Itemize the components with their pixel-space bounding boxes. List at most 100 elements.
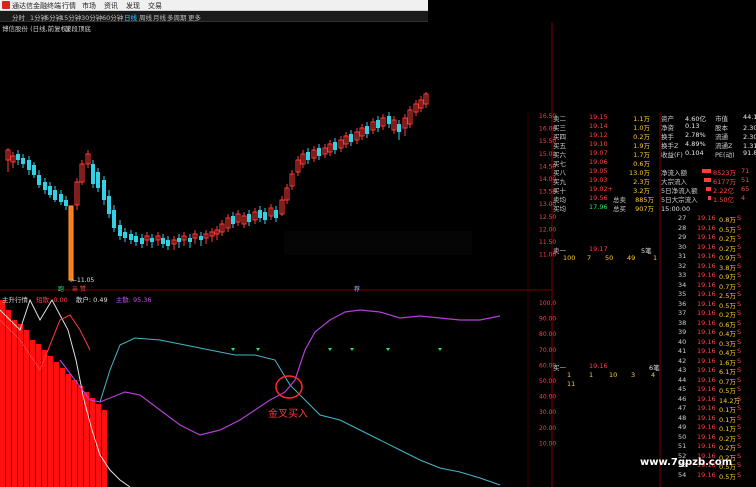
tick-price: 19.16: [697, 223, 716, 232]
flow-key: 5日大宗流入: [661, 196, 698, 204]
order-price: 19.02+: [589, 185, 614, 193]
candle-body: [43, 182, 47, 190]
candle-body: [27, 160, 31, 170]
order-book-row: 买四 19.12 0.2万: [553, 131, 658, 141]
order-price: 19.12: [589, 131, 608, 139]
stat-row: 换手Z4.89%流通Z1.31亿: [661, 140, 756, 150]
order-book-row: 买八 19.05 13.0万: [553, 167, 658, 177]
tick-volume: 0.5万: [719, 472, 736, 481]
tick-header-time: 15:00:00: [661, 205, 691, 213]
stat-value: 0.104: [685, 149, 704, 157]
price-tick-label: 12.50: [539, 214, 556, 221]
queue-item: 1: [567, 371, 572, 379]
flow-row: 5日净流入额 2.22亿 65: [661, 185, 756, 195]
sell1-queue: 卖一 19.17 5笔 100 7 50 49 1: [553, 245, 658, 263]
tick-time: 34: [678, 280, 687, 289]
tick-time: 37: [678, 309, 687, 317]
tick-time: 51: [678, 442, 687, 450]
tick-side: S: [737, 347, 742, 355]
tick-side: S: [737, 375, 742, 384]
flow-bar: [706, 187, 711, 191]
tick-volume: 0.2万: [719, 444, 736, 452]
candle-body: [53, 190, 57, 200]
tick-time: 33: [678, 271, 687, 279]
tick-time: 36: [678, 299, 687, 308]
tick-volume: 0.1万: [719, 425, 736, 433]
flow-bar: [707, 196, 711, 200]
tick-row: 27 19.16 0.8万 S: [661, 214, 756, 224]
tick-row: 50 19.16 0.2万 S: [661, 432, 756, 443]
tick-time: 32: [678, 261, 687, 270]
tick-price: 19.16: [697, 432, 716, 441]
tick-time: 50: [678, 432, 687, 441]
tick-row: 48 19.16 0.1万 S: [661, 413, 756, 424]
signal-marker: [328, 348, 332, 351]
candle-body: [112, 210, 116, 228]
tick-volume: 0.3万: [719, 339, 736, 348]
total-label: 总买: [613, 205, 626, 213]
queue-item: 49: [627, 254, 636, 262]
tick-side: S: [737, 261, 742, 270]
candle-body: [16, 154, 20, 160]
candle-body: [37, 175, 41, 185]
signal-marker: [231, 348, 235, 351]
stat-key: PE(动): [715, 151, 735, 159]
blank-overlay: [284, 231, 472, 255]
tick-side: S: [737, 242, 742, 251]
queue-item: 1: [653, 254, 658, 262]
indicator-value-3: 主散: 95.36: [115, 296, 152, 304]
order-book-row: 买九 19.03 2.3万: [553, 176, 658, 186]
tick-volume: 0.4万: [719, 330, 736, 338]
indicator-tick-label: 30.00: [539, 409, 556, 416]
candle-body: [91, 164, 95, 184]
tick-time: 44: [678, 375, 687, 384]
tick-volume: 0.2万: [719, 235, 736, 243]
bottom-marker-label: 亲 赞: [72, 285, 86, 293]
candle-body: [365, 126, 369, 134]
indicator-header: 主升行情 短散: 0.00 散户: 0.49 主散: 95.36: [2, 294, 152, 304]
tick-time: 43: [678, 366, 687, 374]
tick-time: 39: [678, 328, 687, 336]
signal-marker: [350, 348, 354, 351]
tick-row: 44 19.16 0.7万 S: [661, 375, 756, 386]
tick-side: S: [737, 271, 742, 279]
tick-price: 19.16: [697, 337, 716, 346]
order-book-summary-row: 买均 17.96 总买 907万: [553, 203, 658, 213]
stat-key: 收益(F): [661, 151, 683, 159]
tick-time: 31: [678, 252, 687, 260]
tick-price: 19.16: [697, 347, 716, 355]
tick-volume: 2.5万: [719, 292, 736, 300]
candle-body: [263, 212, 267, 220]
order-price: 19.03: [589, 176, 608, 184]
tick-time: 46: [678, 394, 687, 403]
candle-body: [140, 238, 144, 244]
candle-body: [397, 124, 401, 132]
stat-row: 换手2.78%流通2.30亿: [661, 131, 756, 141]
candle-body: [129, 234, 133, 240]
tick-volume: 3.8万: [719, 263, 736, 272]
candle-body: [64, 200, 68, 206]
indicator-tick-label: 20.00: [539, 425, 556, 432]
buy1-queue: 买一 19.16 6笔 1 1 10 3 4 11: [553, 362, 660, 389]
histogram-bar: [0, 300, 5, 487]
tick-side: S: [737, 356, 742, 365]
tick-time: 30: [678, 242, 687, 251]
tick-price: 19.16: [697, 271, 716, 279]
tick-price: 19.16: [697, 318, 716, 327]
bottom-marker-label: 荐: [354, 285, 360, 293]
candle-body: [349, 134, 353, 142]
tick-side: S: [737, 404, 742, 412]
tick-price: 19.16: [697, 413, 716, 422]
tick-row: 51 19.16 0.2万 S: [661, 442, 756, 452]
tick-volume: 0.2万: [719, 311, 736, 319]
order-book-row: 买七 19.06 0.6万: [553, 158, 658, 168]
queue-item: 10: [609, 371, 618, 379]
indicator-tick-label: 70.00: [539, 347, 556, 354]
indicator-panel: ←11.05 跑亲 赞 荐: [0, 277, 501, 487]
candle-body: [118, 225, 122, 236]
tick-side: S: [737, 432, 742, 441]
order-price: 19.05: [589, 167, 608, 175]
tick-row: 46 19.16 14.2万 S: [661, 394, 756, 405]
tick-price: 19.16: [697, 385, 716, 393]
queue-item: 4: [651, 371, 656, 379]
